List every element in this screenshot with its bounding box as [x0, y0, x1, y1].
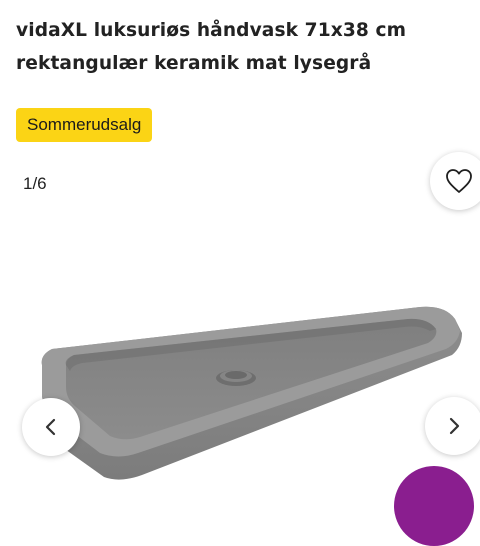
product-title: vidaXL luksuriøs håndvask 71x38 cm rekta… — [16, 14, 476, 80]
image-counter: 1/6 — [23, 174, 47, 193]
chevron-left-icon — [45, 418, 56, 436]
product-title-line-1: vidaXL luksuriøs håndvask 71x38 cm — [16, 20, 407, 41]
previous-image-button[interactable] — [22, 398, 80, 456]
favorite-button[interactable] — [430, 152, 480, 210]
heart-icon — [446, 169, 472, 193]
floating-action-button[interactable] — [394, 466, 474, 546]
sale-badge: Sommerudsalg — [16, 108, 153, 142]
product-title-line-2: rektangulær keramik mat lysegrå — [16, 53, 372, 74]
next-image-button[interactable] — [425, 397, 480, 455]
chevron-right-icon — [449, 417, 460, 435]
